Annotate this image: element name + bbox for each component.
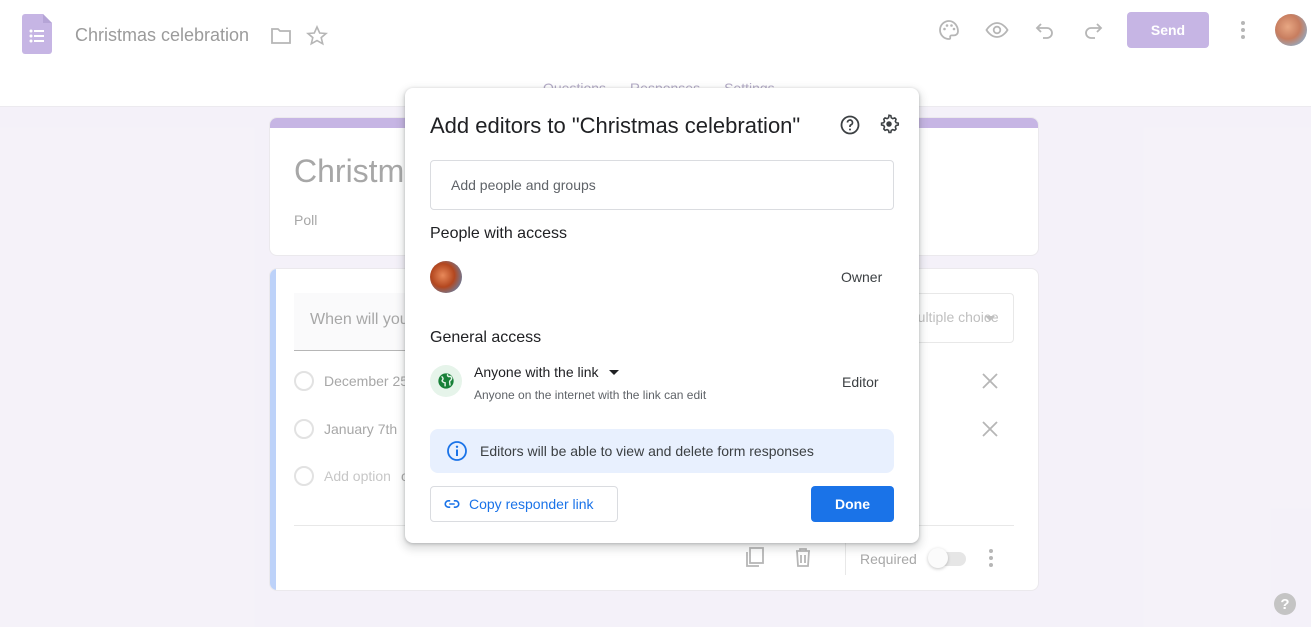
info-text: Editors will be able to view and delete … (480, 443, 814, 459)
globe-icon (438, 373, 454, 389)
access-role: Editor (842, 374, 879, 390)
owner-role: Owner (841, 269, 883, 285)
help-icon[interactable] (839, 114, 861, 136)
link-icon (444, 500, 460, 508)
add-people-input[interactable] (430, 160, 894, 210)
general-access-select[interactable]: Anyone with the link (474, 364, 619, 380)
info-icon (447, 441, 467, 461)
globe-icon-container (430, 365, 462, 397)
caret-down-icon (608, 369, 619, 375)
info-banner: Editors will be able to view and delete … (430, 429, 894, 473)
done-button[interactable]: Done (811, 486, 894, 522)
copy-responder-link-button[interactable]: Copy responder link (430, 486, 618, 522)
people-heading: People with access (430, 225, 567, 242)
access-level-label: Anyone with the link (474, 364, 599, 380)
share-dialog: Add editors to "Christmas celebration" P… (405, 88, 919, 543)
copy-responder-link-label: Copy responder link (469, 496, 594, 512)
owner-avatar (430, 261, 462, 293)
general-access-heading: General access (430, 329, 542, 346)
dialog-title: Add editors to "Christmas celebration" (430, 113, 801, 138)
gear-icon[interactable] (878, 113, 900, 135)
access-description: Anyone on the internet with the link can… (474, 388, 707, 402)
